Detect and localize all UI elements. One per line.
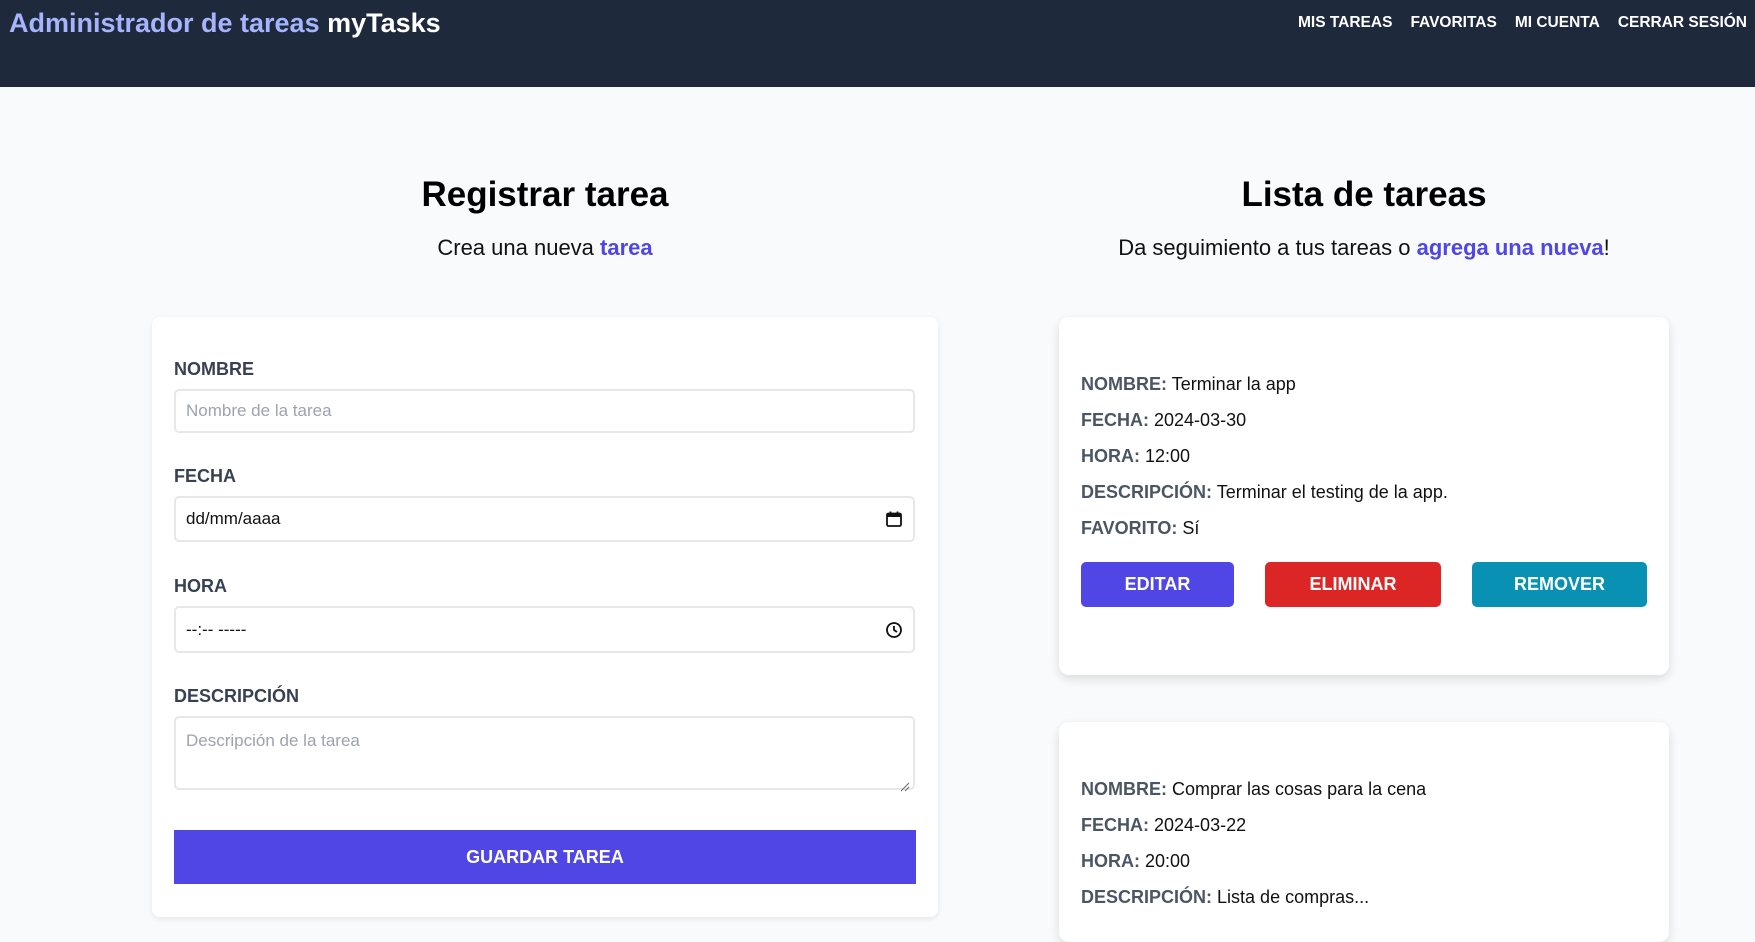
task-name-value: Terminar la app	[1171, 374, 1296, 394]
task-favorite-key: Favorito:	[1081, 518, 1178, 538]
task-date-key: Fecha:	[1081, 410, 1149, 430]
task-description-key: Descripción:	[1081, 887, 1213, 907]
task-name-key: Nombre:	[1081, 779, 1167, 799]
task-time-row: Hora: 12:00	[1081, 445, 1647, 468]
resize-handle-icon[interactable]	[900, 777, 910, 792]
name-input[interactable]: Nombre de la tarea	[174, 389, 915, 433]
task-time-key: Hora:	[1081, 851, 1140, 871]
task-list-subtitle: Da seguimiento a tus tareas o agrega una…	[1059, 235, 1669, 261]
nav-favorites[interactable]: Favoritas	[1410, 14, 1496, 32]
task-name-key: Nombre:	[1081, 374, 1167, 394]
main-nav: Mis tareas Favoritas Mi cuenta Cerrar se…	[1298, 14, 1747, 32]
task-card: Nombre: Terminar la app Fecha: 2024-03-3…	[1059, 317, 1669, 675]
register-task-title: Registrar tarea	[421, 175, 669, 214]
add-new-task-link[interactable]: agrega una nueva	[1417, 235, 1604, 260]
task-date-key: Fecha:	[1081, 815, 1149, 835]
subtitle-suffix: !	[1603, 235, 1610, 260]
edit-button[interactable]: Editar	[1081, 562, 1234, 607]
name-placeholder: Nombre de la tarea	[186, 401, 332, 420]
task-time-key: Hora:	[1081, 446, 1140, 466]
task-time-value: 20:00	[1145, 851, 1191, 871]
task-form: Nombre Nombre de la tarea Fecha dd/mm/aa…	[152, 317, 938, 917]
task-description-value: Lista de compras...	[1217, 887, 1370, 907]
name-label: Nombre	[174, 359, 254, 379]
task-time-value: 12:00	[1145, 446, 1191, 466]
task-date-value: 2024-03-22	[1154, 815, 1247, 835]
date-input[interactable]: dd/mm/aaaa	[174, 496, 915, 542]
brand-name: myTasks	[327, 8, 441, 38]
task-description-row: Descripción: Lista de compras...	[1081, 886, 1647, 909]
task-actions: Editar Eliminar Remover	[1081, 562, 1647, 607]
top-navbar: Administrador de tareas myTasks Mis tare…	[0, 0, 1755, 87]
time-label: Hora	[174, 576, 227, 596]
date-label: Fecha	[174, 466, 236, 486]
subtitle-text: Da seguimiento a tus tareas o	[1118, 235, 1411, 260]
task-list-section: Lista de tareas Da seguimiento a tus tar…	[1059, 87, 1669, 942]
task-description-row: Descripción: Terminar el testing de la a…	[1081, 481, 1647, 504]
brand-prefix: Administrador de tareas	[9, 8, 320, 38]
nav-my-account[interactable]: Mi cuenta	[1515, 14, 1600, 32]
task-name-row: Nombre: Comprar las cosas para la cena	[1081, 778, 1647, 801]
task-date-value: 2024-03-30	[1154, 410, 1247, 430]
task-list-title: Lista de tareas	[1241, 175, 1487, 214]
date-value: dd/mm/aaaa	[186, 509, 281, 528]
task-name-row: Nombre: Terminar la app	[1081, 373, 1647, 396]
calendar-icon[interactable]	[885, 510, 903, 528]
clock-icon[interactable]	[885, 621, 903, 639]
task-time-row: Hora: 20:00	[1081, 850, 1647, 873]
task-favorite-value: Sí	[1182, 518, 1200, 538]
task-description-value: Terminar el testing de la app.	[1216, 482, 1448, 502]
nav-my-tasks[interactable]: Mis tareas	[1298, 14, 1392, 32]
description-textarea[interactable]: Descripción de la tarea	[174, 716, 915, 792]
description-label: Descripción	[174, 686, 300, 706]
time-value: --:-- -----	[186, 619, 247, 639]
subtitle-text: Crea una nueva	[437, 235, 594, 260]
task-favorite-row: Favorito: Sí	[1081, 517, 1647, 540]
task-description-key: Descripción:	[1081, 482, 1213, 502]
time-input[interactable]: --:-- -----	[174, 606, 915, 653]
task-date-row: Fecha: 2024-03-22	[1081, 814, 1647, 837]
task-name-value: Comprar las cosas para la cena	[1172, 779, 1427, 799]
task-card: Nombre: Comprar las cosas para la cena F…	[1059, 722, 1669, 942]
delete-button[interactable]: Eliminar	[1265, 562, 1441, 607]
app-brand[interactable]: Administrador de tareas myTasks	[9, 8, 441, 39]
register-task-section: Registrar tarea Crea una nueva tarea Nom…	[152, 87, 938, 917]
save-task-button[interactable]: Guardar tarea	[174, 830, 916, 884]
subtitle-accent: tarea	[600, 235, 653, 260]
nav-logout[interactable]: Cerrar sesión	[1618, 14, 1747, 32]
description-placeholder: Descripción de la tarea	[186, 731, 360, 750]
remove-button[interactable]: Remover	[1472, 562, 1647, 607]
task-date-row: Fecha: 2024-03-30	[1081, 409, 1647, 432]
register-task-subtitle: Crea una nueva tarea	[152, 235, 938, 261]
